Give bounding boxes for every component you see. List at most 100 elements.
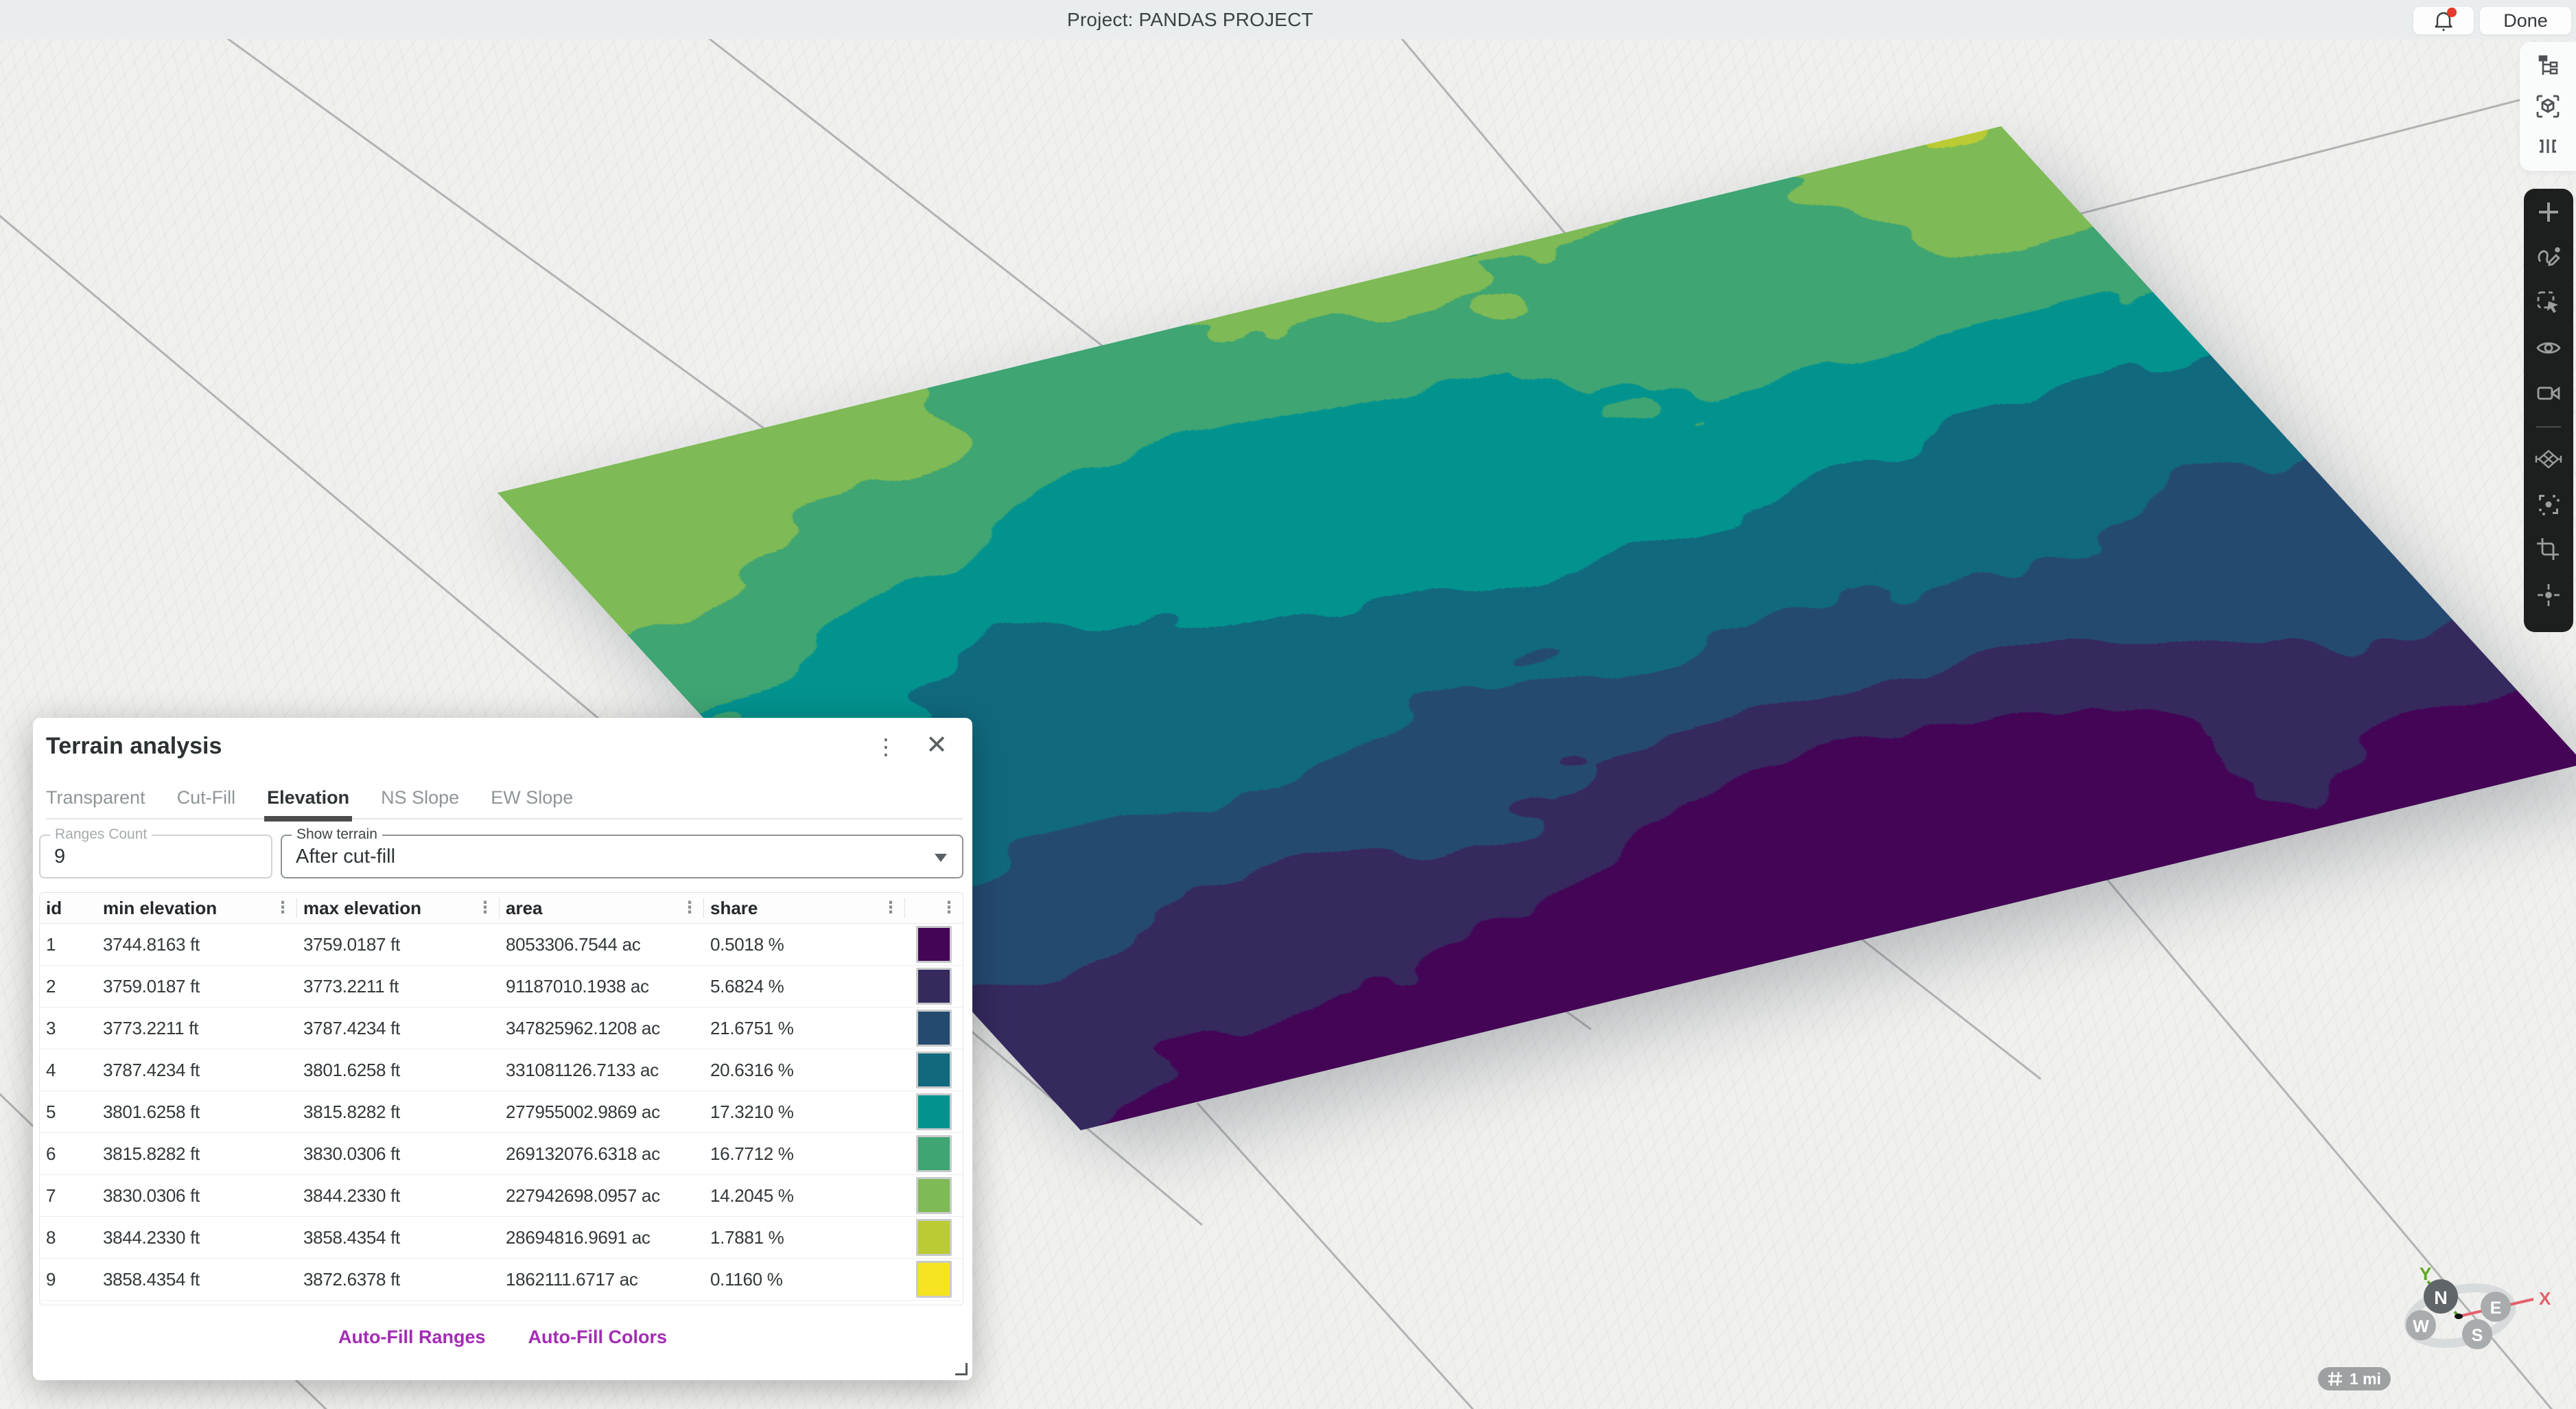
panel-menu-button[interactable]: ⋮ (871, 732, 901, 762)
cell-share: 16.7712 % (704, 1143, 905, 1165)
cell-min: 3815.8282 ft (97, 1143, 297, 1165)
cell-share: 5.6824 % (704, 976, 905, 997)
visibility-button[interactable] (2533, 333, 2564, 363)
top-bar: Project: PANDAS PROJECT Done (0, 0, 2576, 39)
cell-min: 3787.4234 ft (97, 1060, 297, 1081)
ranges-count-label: Ranges Count (50, 826, 152, 843)
cell-color (905, 1219, 963, 1256)
layers-tree-button[interactable] (2533, 51, 2563, 82)
table-row[interactable]: 33773.2211 ft3787.4234 ft347825962.1208 … (40, 1008, 963, 1049)
project-title: Project: PANDAS PROJECT (1067, 0, 1313, 39)
range-color-swatch[interactable] (916, 1135, 952, 1172)
cell-min: 3801.6258 ft (97, 1102, 297, 1123)
tab-elevation[interactable]: Elevation (267, 787, 349, 818)
cell-color (905, 1051, 963, 1088)
cell-share: 0.5018 % (704, 934, 905, 955)
table-row[interactable]: 53801.6258 ft3815.8282 ft277955002.9869 … (40, 1091, 963, 1133)
table-row[interactable]: 13744.8163 ft3759.0187 ft8053306.7544 ac… (40, 924, 963, 966)
cell-area: 8053306.7544 ac (500, 934, 704, 955)
auto-fill-colors-button[interactable]: Auto-Fill Colors (528, 1327, 667, 1348)
table-row[interactable]: 43787.4234 ft3801.6258 ft331081126.7133 … (40, 1049, 963, 1091)
add-button[interactable] (2533, 197, 2564, 227)
range-color-swatch[interactable] (916, 1219, 952, 1256)
cell-area: 28694816.9691 ac (500, 1227, 704, 1248)
center-focus-button[interactable] (2533, 580, 2564, 610)
cell-min: 3773.2211 ft (97, 1018, 297, 1039)
done-button[interactable]: Done (2479, 6, 2572, 35)
ranges-count-field[interactable]: Ranges Count 9 (39, 835, 272, 878)
terrain-analysis-panel: Terrain analysis ⋮ ✕ Transparent Cut-Fil… (33, 718, 972, 1380)
tab-ew-slope[interactable]: EW Slope (491, 787, 573, 818)
cell-id: 4 (40, 1060, 97, 1081)
tools-toolbar (2524, 189, 2573, 632)
grid-scale-icon (2328, 1371, 2343, 1386)
view-options-card (2520, 42, 2576, 171)
range-color-swatch[interactable] (916, 968, 952, 1005)
camera-button[interactable] (2533, 378, 2564, 408)
cell-share: 17.3210 % (704, 1102, 905, 1123)
cell-color (905, 968, 963, 1005)
cell-id: 9 (40, 1269, 97, 1290)
analysis-tabs: Transparent Cut-Fill Elevation NS Slope … (46, 776, 963, 819)
ranges-table: id min elevation⋮ max elevation⋮ area⋮ s… (39, 892, 963, 1305)
table-row[interactable]: 63815.8282 ft3830.0306 ft269132076.6318 … (40, 1133, 963, 1175)
table-row[interactable]: 23759.0187 ft3773.2211 ft91187010.1938 a… (40, 966, 963, 1008)
column-header-max-elevation: max elevation⋮ (297, 898, 500, 918)
column-menu-icon[interactable]: ⋮ (877, 898, 904, 918)
cell-max: 3801.6258 ft (297, 1060, 500, 1081)
cell-max: 3830.0306 ft (297, 1143, 500, 1165)
svg-text:N: N (2434, 1288, 2448, 1308)
show-terrain-label: Show terrain (292, 826, 382, 843)
charts-button[interactable] (2533, 131, 2563, 161)
svg-text:E: E (2490, 1299, 2502, 1318)
surface-tool-button[interactable] (2533, 444, 2564, 474)
range-color-swatch[interactable] (916, 1093, 952, 1130)
table-row[interactable]: 83844.2330 ft3858.4354 ft28694816.9691 a… (40, 1217, 963, 1259)
cell-area: 1862111.6717 ac (500, 1269, 704, 1290)
range-color-swatch[interactable] (916, 1261, 952, 1298)
column-header-min-elevation: min elevation⋮ (97, 898, 297, 918)
crop-button[interactable] (2533, 535, 2564, 565)
tab-transparent[interactable]: Transparent (46, 787, 145, 818)
tab-ns-slope[interactable]: NS Slope (381, 787, 459, 818)
cell-id: 7 (40, 1185, 97, 1207)
select-tool-button[interactable] (2533, 288, 2564, 318)
close-icon[interactable]: ✕ (922, 730, 952, 760)
cell-min: 3844.2330 ft (97, 1227, 297, 1248)
range-color-swatch[interactable] (916, 1051, 952, 1088)
column-menu-icon[interactable]: ⋮ (269, 898, 296, 918)
map-scale-label: 1 mi (2350, 1370, 2381, 1388)
cell-area: 91187010.1938 ac (500, 976, 704, 997)
range-color-swatch[interactable] (916, 926, 952, 963)
table-body: 13744.8163 ft3759.0187 ft8053306.7544 ac… (40, 924, 963, 1301)
cell-share: 1.7881 % (704, 1227, 905, 1248)
tab-cut-fill[interactable]: Cut-Fill (177, 787, 236, 818)
cell-id: 3 (40, 1018, 97, 1039)
notifications-button[interactable] (2413, 6, 2474, 35)
auto-fill-ranges-button[interactable]: Auto-Fill Ranges (338, 1327, 486, 1348)
cell-color (905, 1261, 963, 1298)
cell-area: 347825962.1208 ac (500, 1018, 704, 1039)
navigation-gizmo[interactable]: Y X W S E N (2393, 1258, 2558, 1361)
table-header: id min elevation⋮ max elevation⋮ area⋮ s… (40, 893, 963, 924)
column-menu-icon[interactable]: ⋮ (676, 898, 703, 918)
cell-id: 6 (40, 1143, 97, 1165)
cell-id: 5 (40, 1102, 97, 1123)
toolbar-divider (2536, 426, 2561, 428)
column-header-area: area⋮ (500, 898, 704, 918)
range-color-swatch[interactable] (916, 1177, 952, 1214)
cell-min: 3830.0306 ft (97, 1185, 297, 1207)
table-row[interactable]: 73830.0306 ft3844.2330 ft227942698.0957 … (40, 1175, 963, 1217)
draw-spline-button[interactable] (2533, 242, 2564, 272)
column-menu-icon[interactable]: ⋮ (471, 898, 499, 918)
column-menu-icon[interactable]: ⋮ (935, 898, 963, 918)
show-terrain-value: After cut-fill (282, 846, 395, 868)
fit-view-cube-button[interactable] (2533, 91, 2563, 121)
adjust-points-button[interactable] (2533, 489, 2564, 520)
cell-max: 3844.2330 ft (297, 1185, 500, 1207)
table-row[interactable]: 93858.4354 ft3872.6378 ft1862111.6717 ac… (40, 1259, 963, 1301)
show-terrain-select[interactable]: Show terrain After cut-fill (281, 835, 963, 878)
panel-resize-handle[interactable] (955, 1363, 968, 1375)
range-color-swatch[interactable] (916, 1010, 952, 1047)
ranges-count-value[interactable]: 9 (40, 846, 65, 868)
